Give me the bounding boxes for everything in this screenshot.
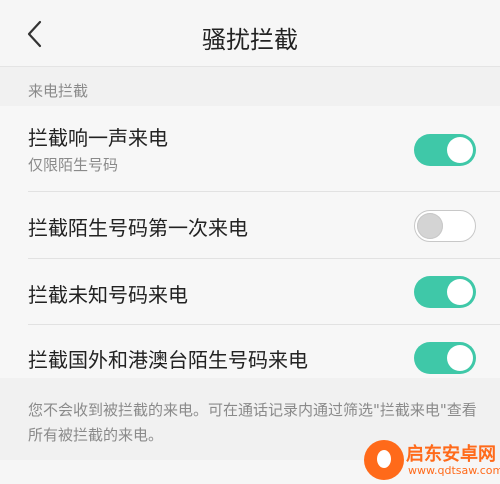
setting-row-ring-once[interactable]: 拦截响一声来电 仅限陌生号码 [0,106,500,192]
setting-title: 拦截未知号码来电 [28,283,188,307]
setting-subtitle: 仅限陌生号码 [28,156,119,174]
watermark-logo-icon [364,440,404,480]
page-title: 骚扰拦截 [202,26,298,54]
toggle-knob [447,279,473,305]
header-bar: 骚扰拦截 [0,0,500,67]
setting-row-unknown[interactable]: 拦截未知号码来电 [0,259,500,325]
setting-title: 拦截国外和港澳台陌生号码来电 [28,348,308,372]
watermark: 启东安卓网 www.qdtsaw.com [364,438,500,484]
watermark-name: 启东安卓网 [406,444,496,465]
setting-row-overseas[interactable]: 拦截国外和港澳台陌生号码来电 [0,325,500,378]
toggle-switch-ring-once[interactable] [414,134,476,166]
toggle-knob [447,137,473,163]
section-label: 来电拦截 [28,82,89,100]
toggle-knob [417,213,443,239]
watermark-url: www.qdtsaw.com [408,464,500,477]
settings-list: 拦截响一声来电 仅限陌生号码 拦截陌生号码第一次来电 拦截未知号码来电 拦截国外… [0,106,500,378]
setting-row-stranger-first[interactable]: 拦截陌生号码第一次来电 [0,192,500,259]
setting-title: 拦截响一声来电 [28,126,168,150]
toggle-switch-stranger-first[interactable] [414,210,476,242]
toggle-knob [447,345,473,371]
toggle-switch-overseas[interactable] [414,342,476,374]
toggle-switch-unknown[interactable] [414,276,476,308]
setting-title: 拦截陌生号码第一次来电 [28,216,248,240]
